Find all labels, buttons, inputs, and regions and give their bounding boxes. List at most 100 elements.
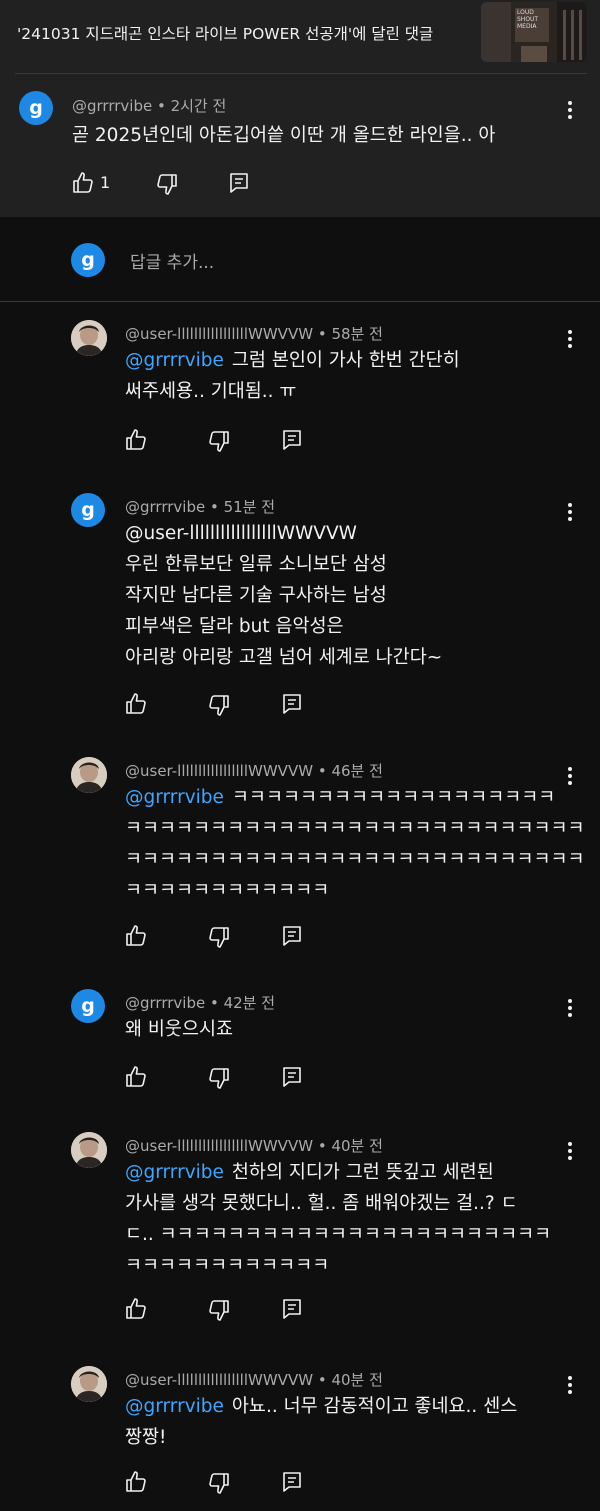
avatar[interactable]: [71, 320, 107, 356]
mention-link[interactable]: @grrrrvibe: [125, 350, 224, 371]
comment-thread-page: '241031 지드래곤 인스타 라이브 POWER 선공개'에 달린 댓글 L…: [0, 0, 600, 1511]
comment-text: 아뇨.. 너무 감동적이고 좋네요.. 센스: [231, 1396, 518, 1417]
avatar-letter: g: [81, 499, 95, 521]
reply-button[interactable]: [280, 1470, 304, 1494]
comment-text-line: @grrrrvibe ㅋㅋㅋㅋㅋㅋㅋㅋㅋㅋㅋㅋㅋㅋㅋㅋㅋㅋㅋ: [125, 782, 555, 813]
comment-author[interactable]: @user-lllllllllllllllllWWVVW: [125, 762, 313, 780]
add-reply-input[interactable]: 답글 추가...: [130, 248, 214, 273]
like-button[interactable]: [124, 692, 148, 716]
comment-text-line: 짱짱!: [125, 1422, 166, 1453]
like-button[interactable]: [124, 1470, 148, 1494]
comment-author[interactable]: @user-lllllllllllllllllWWVVW: [125, 1137, 313, 1155]
mention-link[interactable]: @grrrrvibe: [125, 1396, 224, 1417]
thumbs-down-icon: [209, 431, 229, 452]
parent-comment: g @grrrrvibe • 2시간 전 곧 2025년인데 아돈깁어씉 이딴 …: [0, 75, 600, 217]
thumbs-down-icon: [209, 1300, 229, 1321]
thumbs-up-icon: [126, 429, 146, 450]
comment-meta: @grrrrvibe • 2시간 전: [72, 95, 226, 116]
comment-text-line: 써주세용.. 기대됨.. ㅠ: [125, 376, 296, 407]
more-options-button[interactable]: [560, 996, 580, 1020]
comment-text-line: 작지만 남다른 기술 구사하는 남성: [125, 580, 387, 611]
comment-author[interactable]: @user-lllllllllllllllllWWVVW: [125, 1371, 313, 1389]
avatar[interactable]: [71, 757, 107, 793]
dislike-button[interactable]: [207, 429, 231, 453]
comment-meta: @user-lllllllllllllllllWWVVW • 58분 전: [125, 323, 383, 344]
more-vert-icon: [568, 503, 572, 521]
more-options-button[interactable]: [560, 98, 580, 122]
avatar[interactable]: [71, 1366, 107, 1402]
like-button[interactable]: [124, 1065, 148, 1089]
more-options-button[interactable]: [560, 500, 580, 524]
reply-button[interactable]: [280, 692, 304, 716]
meta-dot: •: [313, 762, 332, 780]
thumbs-down-icon: [209, 695, 229, 716]
thumbs-down-icon: [157, 174, 177, 195]
user-photo-icon: [71, 1366, 107, 1402]
dislike-button[interactable]: [207, 1298, 231, 1322]
more-vert-icon: [568, 999, 572, 1017]
reply-button[interactable]: [280, 1065, 304, 1089]
comment-text: ㅋㅋㅋㅋㅋㅋㅋㅋㅋㅋㅋㅋ: [125, 880, 330, 901]
more-options-button[interactable]: [560, 1139, 580, 1163]
reply-button[interactable]: [280, 428, 304, 452]
comment-time: 42분 전: [223, 994, 276, 1012]
user-photo-icon: [71, 1132, 107, 1168]
reply-icon: [283, 694, 301, 714]
comment-author[interactable]: @user-lllllllllllllllllWWVVW: [125, 325, 313, 343]
comment-text-line: @grrrrvibe 아뇨.. 너무 감동적이고 좋네요.. 센스: [125, 1391, 517, 1422]
reply-icon: [283, 1299, 301, 1319]
mention-link[interactable]: @grrrrvibe: [125, 1162, 224, 1183]
mention-link[interactable]: @grrrrvibe: [125, 787, 224, 808]
dislike-button[interactable]: [207, 693, 231, 717]
more-options-button[interactable]: [560, 327, 580, 351]
comment-text-line: 가사를 생각 못했다니.. 헐.. 좀 배워야겠는 걸..? ㄷ: [125, 1188, 518, 1219]
user-photo-icon: [71, 757, 107, 793]
avatar-letter: g: [81, 995, 95, 1017]
avatar[interactable]: g: [71, 493, 105, 527]
more-vert-icon: [568, 101, 572, 119]
comment-meta: @grrrrvibe • 42분 전: [125, 992, 275, 1013]
comment-author[interactable]: @grrrrvibe: [72, 97, 152, 115]
comment-time: 58분 전: [331, 325, 383, 343]
like-button[interactable]: [124, 428, 148, 452]
more-options-button[interactable]: [560, 764, 580, 788]
comment-meta: @user-lllllllllllllllllWWVVW • 40분 전: [125, 1135, 383, 1156]
avatar[interactable]: [71, 1132, 107, 1168]
thumbs-up-icon: [73, 172, 93, 193]
comment-text-line: ㅋㅋㅋㅋㅋㅋㅋㅋㅋㅋㅋㅋㅋㅋㅋㅋㅋㅋㅋㅋㅋㅋㅋㅋㅋㅋㅋ: [125, 844, 585, 875]
comment-text: ㄷ.. ㅋㅋㅋㅋㅋㅋㅋㅋㅋㅋㅋㅋㅋㅋㅋㅋㅋㅋㅋㅋㅋㅋㅋ: [125, 1224, 552, 1245]
dislike-button[interactable]: [207, 925, 231, 949]
reply-icon: [283, 1472, 301, 1492]
meta-dot: •: [205, 498, 224, 516]
comment-author[interactable]: @grrrrvibe: [125, 994, 205, 1012]
more-options-button[interactable]: [560, 1373, 580, 1397]
avatar[interactable]: g: [71, 989, 105, 1023]
thumbs-down-icon: [209, 927, 229, 948]
comment-text: 그럼 본인이 가사 한번 간단히: [231, 350, 460, 371]
comment-text: 우린 한류보단 일류 소니보단 삼성: [125, 554, 387, 575]
dislike-button[interactable]: [207, 1066, 231, 1090]
reply-button[interactable]: [280, 1297, 304, 1321]
dislike-button[interactable]: [155, 172, 179, 196]
comment-time: 46분 전: [331, 762, 383, 780]
meta-dot: •: [313, 1137, 332, 1155]
comment-author[interactable]: @grrrrvibe: [125, 498, 205, 516]
comment-time: 40분 전: [331, 1137, 383, 1155]
thumbs-up-icon: [126, 1298, 146, 1319]
like-button[interactable]: [124, 924, 148, 948]
user-photo-icon: [71, 320, 107, 356]
like-button[interactable]: [124, 1297, 148, 1321]
thumbnail-logo-text: LOUD SHOUT MEDIA: [517, 9, 539, 30]
video-thumbnail[interactable]: LOUD SHOUT MEDIA: [481, 2, 587, 62]
reply-button[interactable]: [227, 171, 251, 195]
dislike-button[interactable]: [207, 1471, 231, 1495]
comment-text: 짱짱!: [125, 1427, 167, 1448]
like-button[interactable]: [71, 171, 95, 195]
meta-dot: •: [313, 325, 332, 343]
thumbs-up-icon: [126, 693, 146, 714]
reply-button[interactable]: [280, 924, 304, 948]
meta-dot: •: [152, 97, 171, 115]
reply-icon: [283, 1067, 301, 1087]
header-divider: [15, 73, 587, 74]
avatar[interactable]: g: [19, 91, 53, 125]
